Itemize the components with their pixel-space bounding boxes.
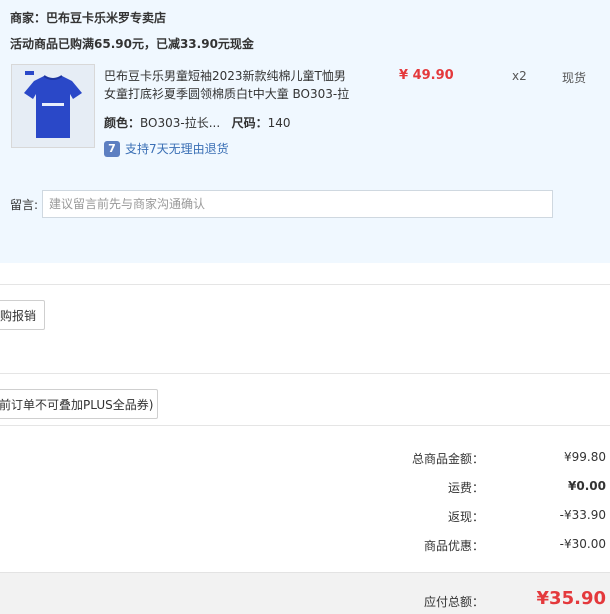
total-bar bbox=[0, 572, 610, 614]
color-value: BO303-拉长... bbox=[140, 116, 221, 130]
divider bbox=[0, 425, 610, 426]
summary-value-cashback: -¥33.90 bbox=[559, 508, 606, 522]
color-label: 颜色： bbox=[104, 116, 141, 130]
summary-label-goods: 总商品金额： bbox=[411, 452, 484, 466]
return-policy[interactable]: 7 支持7天无理由退货 bbox=[104, 140, 229, 157]
product-thumbnail[interactable] bbox=[11, 64, 95, 148]
summary-label-discount: 商品优惠： bbox=[423, 539, 484, 553]
summary-value-goods: ¥99.80 bbox=[564, 450, 606, 464]
summary-value-discount: -¥30.00 bbox=[559, 537, 606, 551]
promo-text: 活动商品已购满65.90元，已减33.90元现金 bbox=[10, 37, 254, 51]
total-label: 应付总额： bbox=[423, 595, 484, 609]
tshirt-image-icon bbox=[12, 65, 94, 147]
divider bbox=[0, 284, 610, 285]
size-label: 尺码： bbox=[231, 116, 268, 130]
product-title[interactable]: 巴布豆卡乐男童短袖2023新款纯棉儿童T恤男女童打底衫夏季圆领棉质白t中大童 B… bbox=[104, 67, 354, 103]
message-input[interactable] bbox=[42, 190, 553, 218]
message-label: 留言: bbox=[10, 198, 39, 212]
reimburse-button[interactable]: 购报销 bbox=[0, 300, 45, 330]
seven-day-return-icon: 7 bbox=[104, 140, 120, 157]
merchant-name: 商家：巴布豆卡乐米罗专卖店 bbox=[10, 11, 167, 25]
stock-status: 现货 bbox=[562, 71, 587, 85]
product-quantity: x2 bbox=[512, 69, 527, 83]
summary-value-shipping: ¥0.00 bbox=[568, 479, 606, 493]
product-attributes: 颜色：BO303-拉长... 尺码：140 bbox=[104, 114, 291, 131]
coupon-button[interactable]: 前订单不可叠加PLUS全品券) bbox=[0, 389, 158, 419]
summary-label-shipping: 运费： bbox=[447, 481, 484, 495]
product-price: ¥ 49.90 bbox=[399, 68, 454, 83]
total-value: ¥35.90 bbox=[536, 588, 606, 609]
size-value: 140 bbox=[267, 116, 291, 130]
return-policy-text: 支持7天无理由退货 bbox=[125, 142, 229, 156]
summary-label-cashback: 返现： bbox=[447, 510, 484, 524]
divider bbox=[0, 373, 610, 374]
